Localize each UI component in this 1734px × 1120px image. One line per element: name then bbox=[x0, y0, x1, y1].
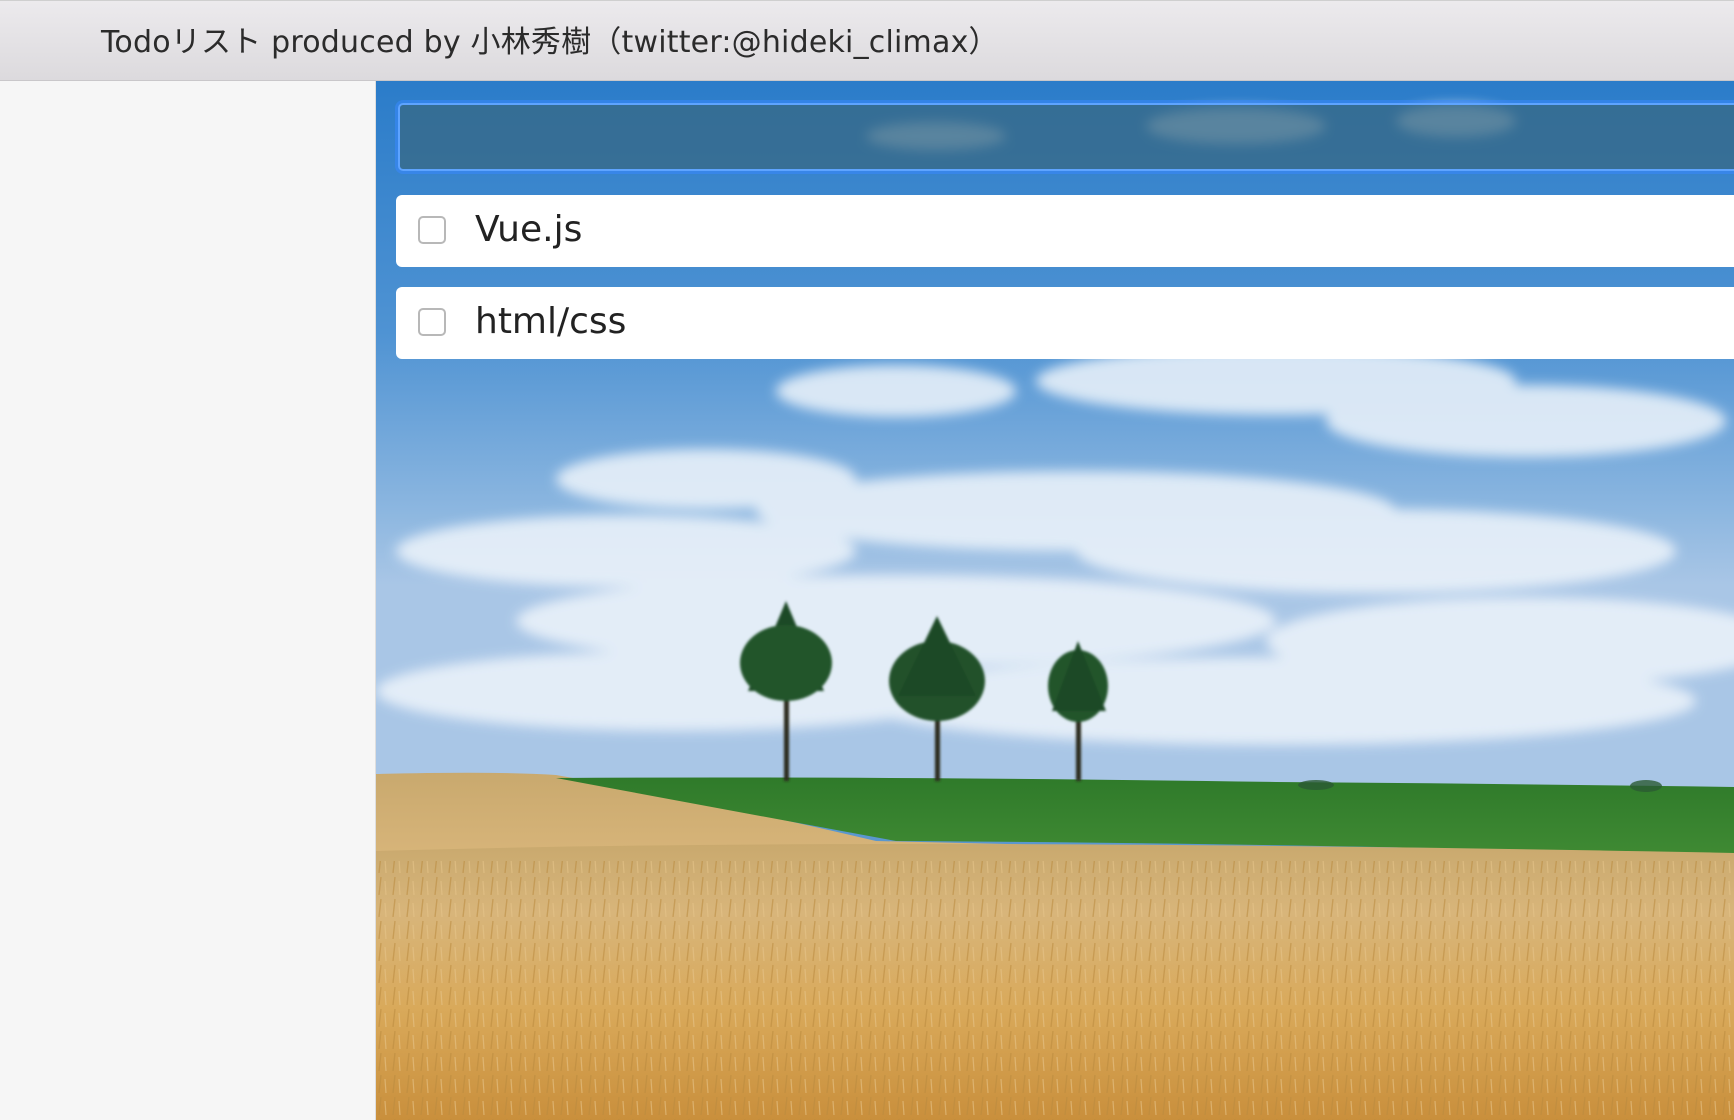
todo-label: html/css bbox=[475, 301, 627, 342]
title-bar: Todoリスト produced by 小林秀樹（twitter:@hideki… bbox=[0, 0, 1734, 81]
todo-checkbox[interactable] bbox=[418, 308, 446, 336]
todo-checkbox[interactable] bbox=[418, 216, 446, 244]
todo-label: Vue.js bbox=[475, 209, 583, 250]
sidebar bbox=[0, 81, 376, 1120]
app-window: Todoリスト produced by 小林秀樹（twitter:@hideki… bbox=[0, 0, 1734, 1120]
todo-item[interactable]: Vue.js bbox=[396, 195, 1734, 267]
todo-item[interactable]: html/css bbox=[396, 287, 1734, 359]
todo-list: Vue.js html/css bbox=[396, 195, 1734, 379]
main-content: Vue.js html/css bbox=[376, 81, 1734, 1120]
window-title: Todoリスト produced by 小林秀樹（twitter:@hideki… bbox=[101, 25, 999, 60]
new-todo-input[interactable] bbox=[398, 103, 1734, 171]
